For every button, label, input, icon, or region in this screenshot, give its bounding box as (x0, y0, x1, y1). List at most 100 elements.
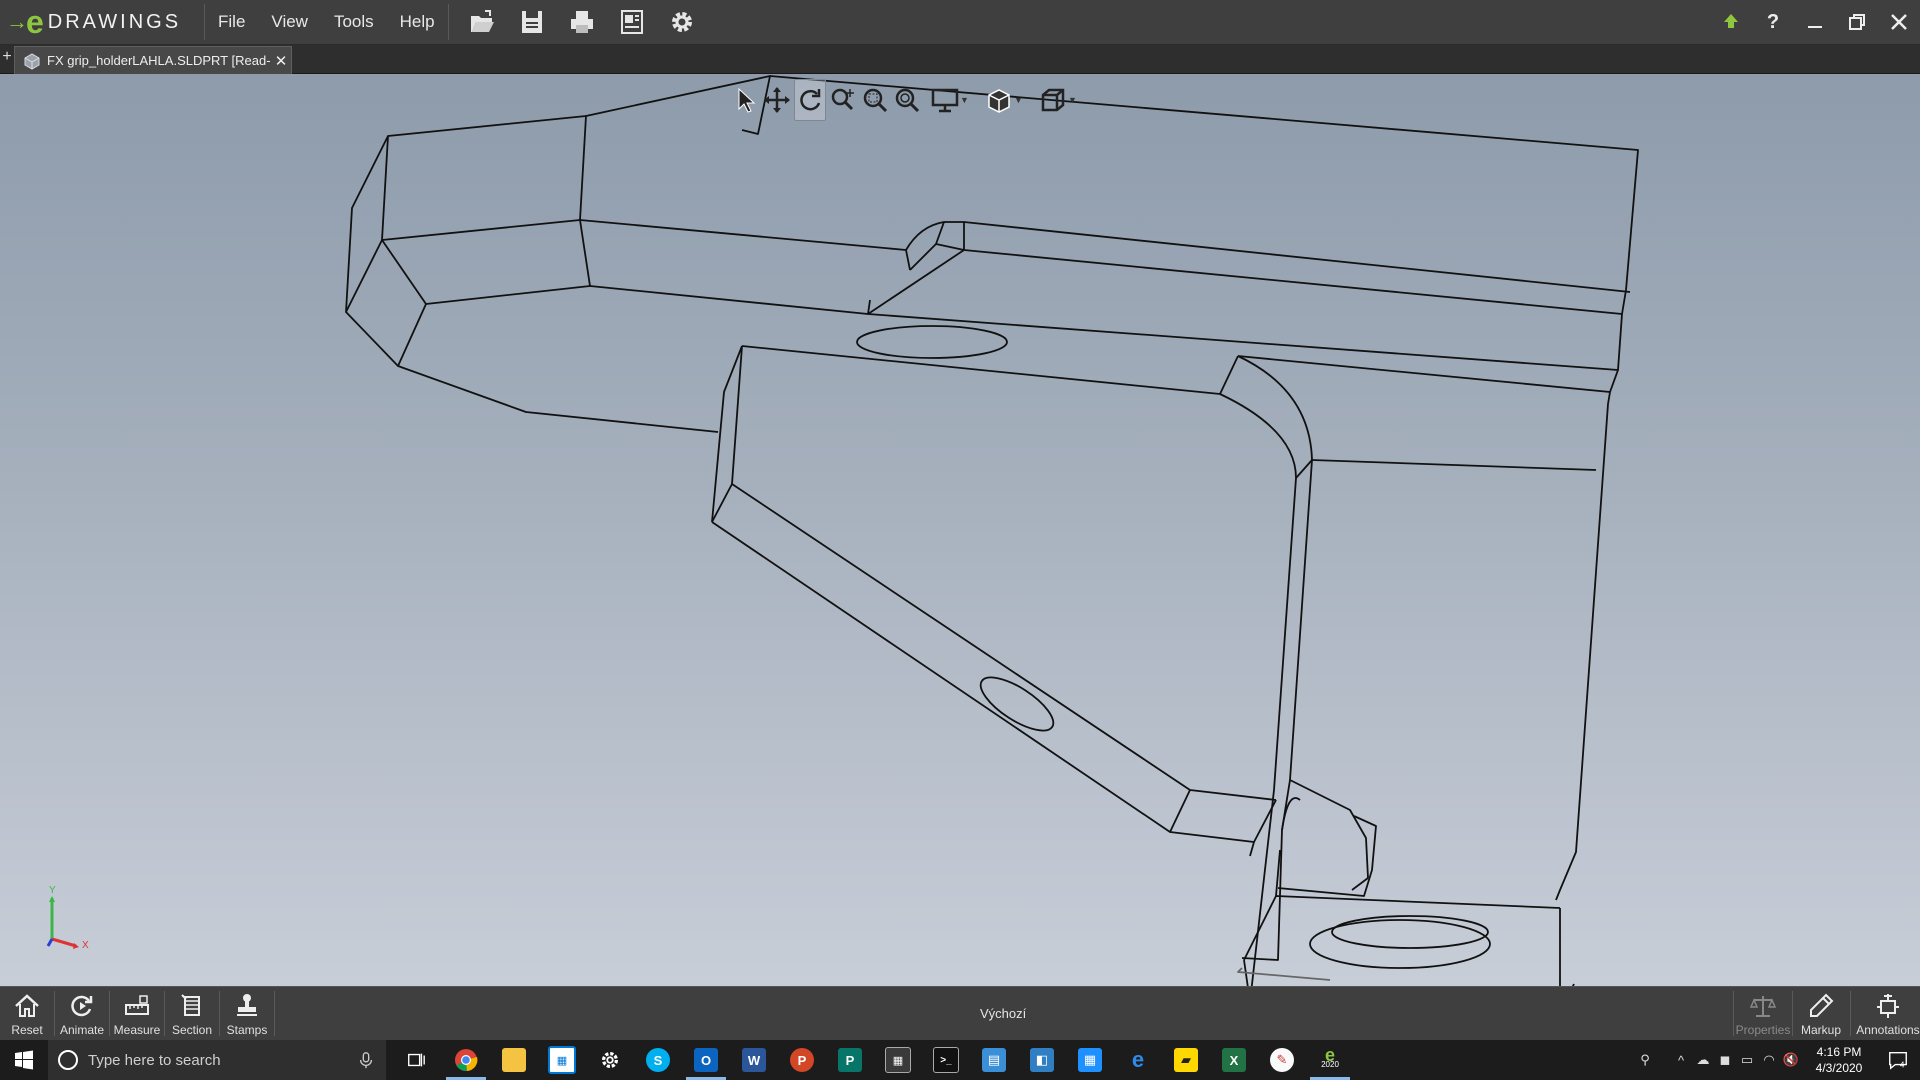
save-icon[interactable] (507, 0, 557, 44)
animate-button[interactable]: Animate (55, 987, 109, 1040)
pan-icon[interactable] (762, 80, 792, 120)
shaded-style-icon[interactable] (984, 80, 1014, 120)
publisher-icon[interactable]: P (826, 1040, 874, 1080)
chevron-down-icon[interactable]: ▼ (1068, 95, 1078, 105)
update-icon[interactable] (1710, 0, 1752, 44)
battery-icon[interactable]: ▭ (1736, 1040, 1758, 1080)
taskbar-clock[interactable]: 4:16 PM 4/3/2020 (1802, 1044, 1876, 1076)
document-tab-strip: + FX grip_holderLAHLA.SLDPRT [Read-only]… (0, 45, 1920, 74)
animate-label: Animate (59, 1023, 105, 1037)
configuration-name[interactable]: Výchozí (980, 1006, 1026, 1021)
open-icon[interactable] (457, 0, 507, 44)
properties-button[interactable]: Properties (1736, 987, 1790, 1040)
reset-button[interactable]: Reset (0, 987, 54, 1040)
windows-taskbar: Type here to search ▦ S O W P P ▦ >_ ▤ ◧… (0, 1040, 1920, 1080)
logo-text: DRAWINGS (47, 10, 182, 33)
microphone-icon[interactable] (356, 1051, 376, 1069)
sticky-notes-icon[interactable]: ▰ (1162, 1040, 1210, 1080)
outlook-icon[interactable]: O (682, 1040, 730, 1080)
menu-help[interactable]: Help (387, 12, 448, 32)
store-icon[interactable]: ▦ (538, 1040, 586, 1080)
app-icon[interactable]: ▤ (970, 1040, 1018, 1080)
zoom-to-area-icon[interactable] (860, 80, 890, 120)
logo-arrow-icon: → (6, 9, 28, 34)
help-icon[interactable]: ? (1752, 0, 1794, 44)
search-placeholder: Type here to search (88, 1051, 221, 1069)
wifi-icon[interactable]: ◠ (1758, 1040, 1780, 1080)
select-icon[interactable] (730, 80, 760, 120)
zoom-icon[interactable] (892, 80, 922, 120)
edrawings-version: 2020 (1321, 1060, 1339, 1069)
file-explorer-icon[interactable] (490, 1040, 538, 1080)
markup-button[interactable]: Markup (1794, 987, 1848, 1040)
standard-views-icon[interactable] (1038, 80, 1068, 120)
chevron-down-icon[interactable]: ▼ (1014, 95, 1024, 105)
menu-file[interactable]: File (205, 12, 258, 32)
logo-letter: e (26, 4, 44, 40)
document-tab[interactable]: FX grip_holderLAHLA.SLDPRT [Read-only] ✕ (14, 46, 292, 74)
taskbar-search[interactable]: Type here to search (48, 1040, 386, 1080)
task-view-icon[interactable] (392, 1040, 440, 1080)
measure-label: Measure (113, 1023, 161, 1037)
measure-button[interactable]: Measure (110, 987, 164, 1040)
divider (1733, 991, 1734, 1036)
home-icon (15, 994, 39, 1017)
section-label: Section (171, 1023, 213, 1037)
word-icon[interactable]: W (730, 1040, 778, 1080)
skype-icon[interactable]: S (634, 1040, 682, 1080)
print-icon[interactable] (557, 0, 607, 44)
settings-icon[interactable] (657, 0, 707, 44)
publish-icon[interactable] (607, 0, 657, 44)
stamp-icon (237, 994, 257, 1016)
restore-icon[interactable] (1836, 0, 1878, 44)
edrawings-logo: → e DRAWINGS (0, 0, 204, 44)
scale-icon (1749, 996, 1777, 1017)
action-center-icon[interactable]: 4 (1876, 1040, 1920, 1080)
minimize-icon[interactable] (1794, 0, 1836, 44)
app-icon-3[interactable]: ▦ (1066, 1040, 1114, 1080)
zoom-to-fit-icon[interactable] (828, 80, 858, 120)
search-icon (58, 1050, 78, 1070)
markup-label: Markup (1800, 1023, 1841, 1037)
triad-x-label: X (82, 940, 89, 951)
chevron-up-icon[interactable]: ^ (1670, 1040, 1692, 1080)
menu-view[interactable]: View (258, 12, 321, 32)
close-tab-icon[interactable]: ✕ (271, 52, 291, 70)
measure-icon (125, 995, 149, 1015)
people-icon[interactable]: ⚲ (1634, 1040, 1656, 1080)
rotate-icon[interactable] (794, 79, 826, 121)
3d-model-wireframe[interactable] (0, 74, 1920, 986)
close-icon[interactable] (1878, 0, 1920, 44)
windows-icon (15, 1050, 33, 1070)
document-tab-label: FX grip_holderLAHLA.SLDPRT [Read-only] (47, 53, 271, 68)
divider (447, 4, 449, 40)
stamps-button[interactable]: Stamps (220, 987, 274, 1040)
divider (274, 991, 275, 1036)
part-file-icon (24, 52, 40, 70)
excel-icon[interactable]: X (1210, 1040, 1258, 1080)
main-toolbar (457, 0, 707, 44)
chrome-icon[interactable] (442, 1040, 490, 1080)
edge-icon[interactable]: e (1114, 1040, 1162, 1080)
annotations-button[interactable]: Annotations (1856, 987, 1920, 1040)
chevron-down-icon[interactable]: ▼ (960, 95, 970, 105)
new-tab-button[interactable]: + (0, 48, 14, 70)
clock-date: 4/3/2020 (1815, 1061, 1863, 1075)
menu-tools[interactable]: Tools (321, 12, 387, 32)
app-icon-2[interactable]: ◧ (1018, 1040, 1066, 1080)
section-button[interactable]: Section (165, 987, 219, 1040)
calculator-icon[interactable]: ▦ (874, 1040, 922, 1080)
edrawings-icon[interactable]: e 2020 (1306, 1040, 1354, 1080)
onedrive-icon[interactable]: ☁ (1692, 1040, 1714, 1080)
start-button[interactable] (0, 1040, 48, 1080)
settings-icon[interactable] (586, 1040, 634, 1080)
menu-bar: File View Tools Help (205, 0, 448, 44)
display-style-icon[interactable] (930, 80, 960, 120)
powerpoint-icon[interactable]: P (778, 1040, 826, 1080)
coordinate-triad: Y X (46, 885, 89, 951)
defender-icon[interactable]: ◼ (1714, 1040, 1736, 1080)
paint-icon[interactable]: ✎ (1258, 1040, 1306, 1080)
graphics-viewport[interactable]: ▼ ▼ ▼ Y X (0, 74, 1920, 986)
volume-muted-icon[interactable]: 🔇 (1780, 1040, 1802, 1080)
terminal-icon[interactable]: >_ (922, 1040, 970, 1080)
